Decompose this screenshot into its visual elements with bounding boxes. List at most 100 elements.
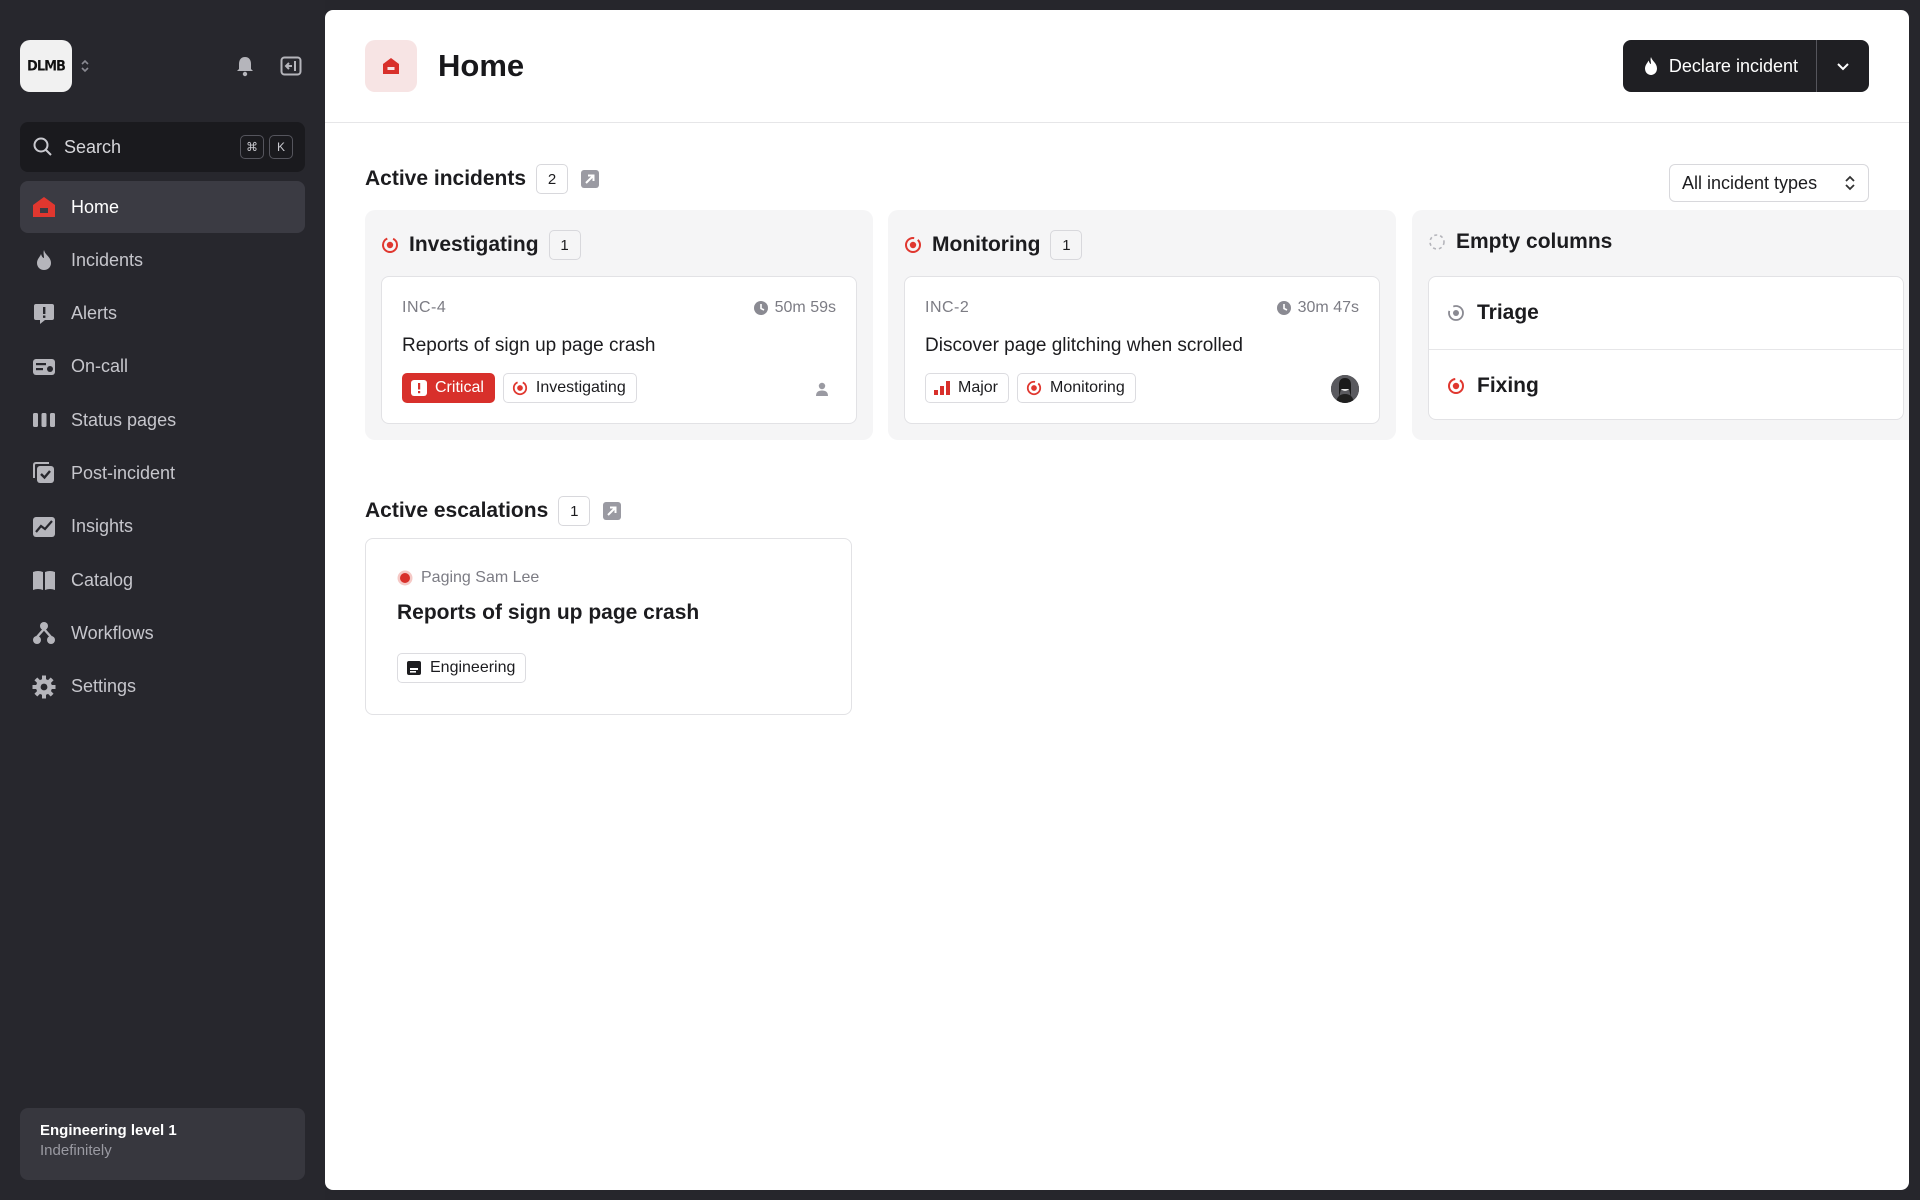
paging-icon	[397, 570, 413, 586]
sidebar-item-workflows[interactable]: Workflows	[20, 607, 305, 659]
incident-duration-text: 50m 59s	[774, 299, 836, 316]
status-badge[interactable]: Investigating	[502, 373, 637, 403]
shortcut-key-k: K	[269, 135, 293, 159]
sidebar-item-status-pages[interactable]: Status pages	[20, 394, 305, 446]
status-badge[interactable]: Monitoring	[1017, 373, 1136, 403]
avatar[interactable]	[1331, 375, 1359, 403]
column-header: Empty columns	[1428, 230, 1612, 254]
sidebar-item-catalog[interactable]: Catalog	[20, 554, 305, 606]
status-investigating-icon	[382, 237, 398, 253]
column-title: Monitoring	[932, 233, 1041, 256]
main-panel: Home Declare incident Active incidents 2…	[325, 10, 1909, 1190]
column-investigating: Investigating 1 INC-4 50m 59s Reports of…	[365, 210, 873, 440]
escalation-status: Paging Sam Lee	[397, 569, 539, 587]
critical-icon	[411, 380, 427, 396]
home-icon	[365, 40, 417, 92]
severity-badge[interactable]: Critical	[402, 373, 495, 403]
status-investigating-icon	[512, 380, 528, 396]
user-icon	[816, 382, 828, 396]
active-incidents-title: Active incidents	[365, 167, 527, 190]
sidebar-item-label: Settings	[71, 676, 137, 697]
incident-type-filter[interactable]: All incident types	[1669, 164, 1869, 202]
workflow-icon	[32, 621, 56, 645]
empty-column-label: Fixing	[1477, 373, 1539, 397]
sidebar-top: DLMB	[20, 40, 305, 92]
incident-id: INC-2	[925, 299, 970, 316]
sidebar-item-label: Insights	[71, 516, 134, 537]
incident-id: INC-4	[402, 299, 447, 316]
sidebar-nav: Home Incidents Alerts On-call Status pag…	[20, 181, 305, 714]
flame-icon	[32, 248, 56, 272]
status-label: Investigating	[535, 379, 626, 396]
book-icon	[32, 568, 56, 592]
column-title: Empty columns	[1456, 230, 1613, 253]
page-header: Home Declare incident	[325, 10, 1909, 123]
bell-icon[interactable]	[231, 52, 259, 80]
sidebar: DLMB Search ⌘ K Home Incidents Alerts On…	[0, 0, 325, 1200]
signal-bars-icon	[934, 381, 950, 395]
status-empty-icon	[1429, 234, 1445, 250]
declare-options-button[interactable]	[1817, 40, 1869, 92]
sidebar-item-on-call[interactable]: On-call	[20, 341, 305, 393]
severity-label: Major	[958, 379, 999, 396]
sidebar-top-actions	[231, 52, 305, 80]
search-bar[interactable]: Search ⌘ K	[20, 122, 305, 172]
severity-label: Critical	[435, 379, 484, 396]
oncall-icon	[32, 355, 56, 379]
column-header: Investigating 1	[381, 230, 581, 260]
org-logo[interactable]: DLMB	[20, 40, 72, 92]
user-photo-icon	[1331, 375, 1359, 403]
sidebar-item-label: Catalog	[71, 569, 134, 590]
declare-incident-group: Declare incident	[1622, 40, 1869, 92]
empty-column-label: Triage	[1477, 301, 1539, 324]
status-triage-icon	[1448, 305, 1464, 321]
incident-card[interactable]: INC-4 50m 59s Reports of sign up page cr…	[381, 276, 857, 424]
incident-tags: Critical Investigating	[402, 373, 637, 403]
incident-name: Reports of sign up page crash	[402, 335, 656, 356]
empty-column-fixing[interactable]: Fixing	[1429, 349, 1903, 419]
chevron-down-icon	[1837, 63, 1849, 71]
column-header: Monitoring 1	[904, 230, 1083, 260]
status-monitoring-icon	[905, 237, 921, 253]
sidebar-item-label: Status pages	[71, 409, 177, 430]
org-switcher-icon[interactable]	[80, 58, 90, 74]
incident-duration: 30m 47s	[1276, 299, 1359, 317]
active-escalations-count: 1	[558, 496, 591, 526]
clock-icon	[1276, 301, 1291, 315]
incident-duration-text: 30m 47s	[1297, 299, 1359, 316]
sidebar-item-home[interactable]: Home	[20, 181, 305, 233]
empty-columns-list: Triage Fixing	[1428, 276, 1904, 420]
team-badge[interactable]: Engineering	[397, 653, 527, 683]
incident-duration: 50m 59s	[753, 299, 836, 317]
sidebar-item-alerts[interactable]: Alerts	[20, 288, 305, 340]
external-link-icon[interactable]	[580, 169, 600, 189]
sidebar-item-post-incident[interactable]: Post-incident	[20, 447, 305, 499]
collapse-sidebar-icon[interactable]	[277, 52, 305, 80]
sidebar-item-label: Post-incident	[71, 462, 176, 483]
sidebar-item-incidents[interactable]: Incidents	[20, 234, 305, 286]
oncall-status-card[interactable]: Engineering level 1 Indefinitely	[20, 1108, 305, 1180]
gear-icon	[32, 675, 56, 699]
status-bars-icon	[32, 408, 56, 432]
clock-icon	[753, 301, 768, 315]
external-link-icon[interactable]	[602, 501, 622, 521]
team-label: Engineering	[430, 659, 516, 676]
sidebar-item-insights[interactable]: Insights	[20, 501, 305, 553]
flame-icon	[1644, 57, 1657, 75]
unassigned-avatar[interactable]	[808, 375, 836, 403]
column-title: Investigating	[409, 233, 539, 256]
status-fixing-icon	[1448, 377, 1464, 394]
alert-icon	[32, 302, 56, 326]
severity-badge[interactable]: Major	[925, 373, 1010, 403]
shortcut-key-cmd: ⌘	[240, 135, 264, 159]
search-icon	[33, 137, 52, 156]
escalation-card[interactable]: Paging Sam Lee Reports of sign up page c…	[365, 538, 852, 715]
declare-incident-button[interactable]: Declare incident	[1623, 40, 1817, 92]
empty-column-triage[interactable]: Triage	[1429, 277, 1903, 349]
column-count: 1	[1050, 230, 1083, 260]
column-monitoring: Monitoring 1 INC-2 30m 47s Discover page…	[888, 210, 1396, 440]
org-logo-text: DLMB	[27, 57, 66, 75]
sidebar-item-settings[interactable]: Settings	[20, 661, 305, 713]
incident-card[interactable]: INC-2 30m 47s Discover page glitching wh…	[904, 276, 1380, 424]
team-icon	[407, 661, 421, 675]
